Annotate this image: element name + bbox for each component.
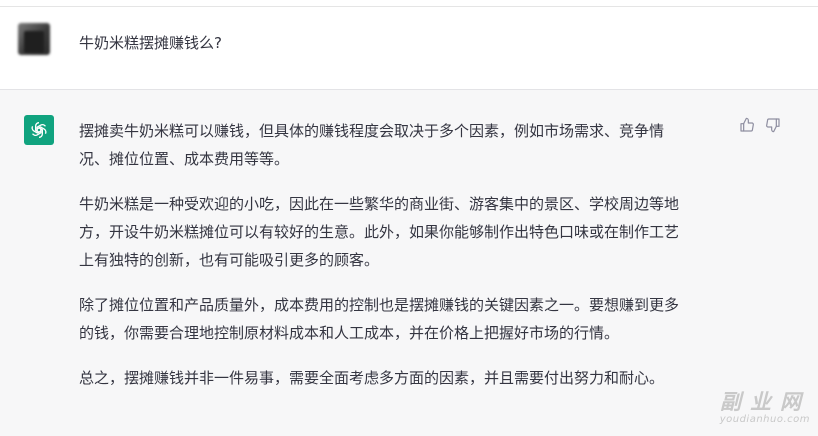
thumbs-up-icon bbox=[739, 117, 755, 137]
user-message-text: 牛奶米糕摆摊赚钱么? bbox=[79, 34, 222, 52]
thumbs-up-button[interactable] bbox=[738, 117, 756, 137]
answer-line: 的钱，你需要合理地控制原材料成本和人工成本，并在价格上把握好市场的行情。 bbox=[79, 324, 620, 342]
user-message-row: 牛奶米糕摆摊赚钱么? bbox=[0, 7, 818, 90]
answer-line: 上有独特的创新，也有可能吸引更多的顾客。 bbox=[79, 251, 380, 269]
watermark-domain: youdianhuo.com bbox=[719, 414, 810, 425]
answer-paragraph: 总之，摆摊赚钱并非一件易事，需要全面考虑多方面的因素，并且需要付出努力和耐心。 bbox=[79, 364, 729, 392]
answer-paragraph: 摆摊卖牛奶米糕可以赚钱，但具体的赚钱程度会取决于多个因素，例如市场需求、竞争情 … bbox=[79, 117, 729, 173]
site-watermark: 副业网 youdianhuo.com bbox=[720, 390, 810, 426]
thumbs-down-button[interactable] bbox=[764, 118, 782, 136]
openai-logo-icon bbox=[24, 115, 54, 145]
assistant-message-row: 摆摊卖牛奶米糕可以赚钱，但具体的赚钱程度会取决于多个因素，例如市场需求、竞争情 … bbox=[0, 90, 818, 436]
answer-line: 总之，摆摊赚钱并非一件易事，需要全面考虑多方面的因素，并且需要付出努力和耐心。 bbox=[79, 369, 665, 387]
answer-line: 除了摊位位置和产品质量外，成本费用的控制也是摆摊赚钱的关键因素之一。要想赚到更多 bbox=[79, 296, 680, 314]
user-avatar bbox=[18, 23, 50, 55]
watermark-title: 副业网 bbox=[720, 390, 810, 414]
feedback-buttons bbox=[738, 117, 782, 137]
top-divider bbox=[0, 0, 818, 7]
answer-line: 牛奶米糕是一种受欢迎的小吃，因此在一些繁华的商业街、游客集中的景区、学校周边等地 bbox=[79, 195, 680, 213]
answer-line: 方，开设牛奶米糕摊位可以有较好的生意。此外，如果你能够制作出特色口味或在制作工艺 bbox=[79, 223, 680, 241]
answer-line: 况、摊位位置、成本费用等等。 bbox=[79, 150, 290, 168]
chat-page: 牛奶米糕摆摊赚钱么? 摆摊卖牛奶米糕可以赚钱，但具体的赚钱程度会取决于多个因素，… bbox=[0, 0, 818, 436]
assistant-answer: 摆摊卖牛奶米糕可以赚钱，但具体的赚钱程度会取决于多个因素，例如市场需求、竞争情 … bbox=[79, 117, 729, 409]
answer-paragraph: 除了摊位位置和产品质量外，成本费用的控制也是摆摊赚钱的关键因素之一。要想赚到更多… bbox=[79, 291, 729, 347]
thumbs-down-icon bbox=[765, 117, 781, 137]
answer-line: 摆摊卖牛奶米糕可以赚钱，但具体的赚钱程度会取决于多个因素，例如市场需求、竞争情 bbox=[79, 122, 665, 140]
answer-paragraph: 牛奶米糕是一种受欢迎的小吃，因此在一些繁华的商业街、游客集中的景区、学校周边等地… bbox=[79, 190, 729, 274]
